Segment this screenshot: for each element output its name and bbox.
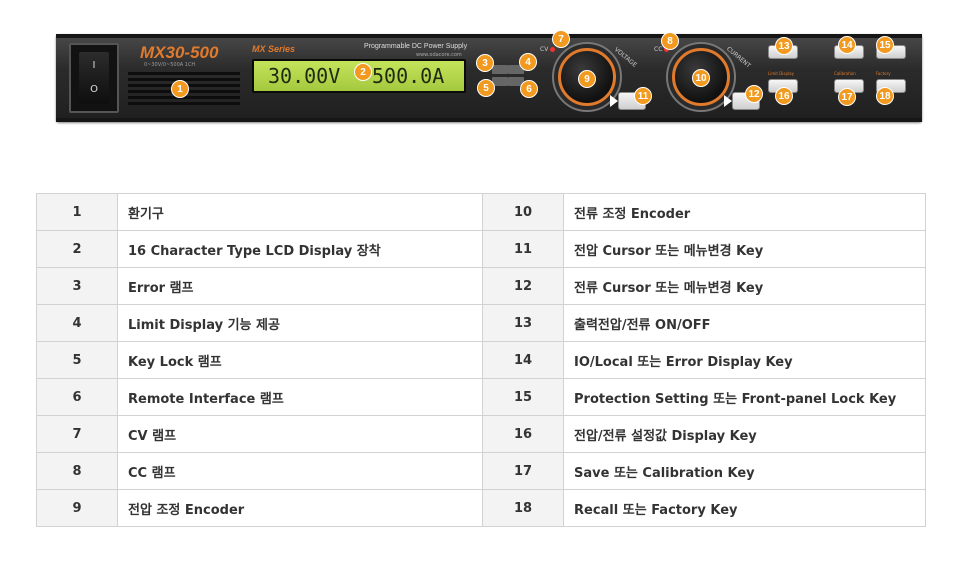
- callout-11: 11: [634, 87, 652, 105]
- lcd-current-readout: 500.0A: [372, 64, 445, 88]
- callout-1: 1: [171, 80, 189, 98]
- lcd-voltage-readout: 30.00V: [268, 64, 341, 88]
- callout-16: 16: [775, 87, 793, 105]
- callout-17: 17: [838, 88, 856, 106]
- callout-7: 7: [552, 30, 570, 48]
- model-logo: MX30-500: [140, 43, 219, 62]
- callout-2: 2: [354, 63, 372, 81]
- legend-number: 9: [36, 489, 118, 527]
- legend-number: 14: [482, 341, 564, 379]
- legend-description: Recall 또는 Factory Key: [563, 489, 926, 527]
- legend-number: 8: [36, 452, 118, 490]
- callout-15: 15: [876, 36, 894, 54]
- legend-description: Key Lock 램프: [117, 341, 483, 379]
- legend-description: 전류 조정 Encoder: [563, 193, 926, 231]
- vent-slot: [128, 72, 240, 75]
- product-name: Programmable DC Power Supply: [364, 43, 468, 50]
- bottom-rail: [56, 118, 922, 122]
- cc-label: CC: [654, 46, 663, 53]
- table-row: 6 Remote Interface 램프 15 Protection Sett…: [36, 378, 926, 416]
- product-url: www.odacore.com: [416, 52, 462, 58]
- legend-number: 10: [482, 193, 564, 231]
- callout-6: 6: [520, 80, 538, 98]
- table-row: 2 16 Character Type LCD Display 장착 11 전압…: [36, 230, 926, 268]
- legend-description: 16 Character Type LCD Display 장착: [117, 230, 483, 268]
- legend-number: 1: [36, 193, 118, 231]
- limit-display-caption: Limit Display: [768, 71, 794, 76]
- calibration-caption: Calibration: [834, 71, 856, 76]
- legend-description: 전압 조정 Encoder: [117, 489, 483, 527]
- legend-number: 7: [36, 415, 118, 453]
- callout-5: 5: [477, 79, 495, 97]
- callout-9: 9: [578, 70, 596, 88]
- callout-12: 12: [745, 85, 763, 103]
- table-row: 9 전압 조정 Encoder 18 Recall 또는 Factory Key: [36, 489, 926, 527]
- legend-number: 13: [482, 304, 564, 342]
- legend-number: 2: [36, 230, 118, 268]
- table-row: 7 CV 램프 16 전압/전류 설정값 Display Key: [36, 415, 926, 453]
- legend-description: CV 램프: [117, 415, 483, 453]
- legend-number: 6: [36, 378, 118, 416]
- legend-number: 18: [482, 489, 564, 527]
- power-switch[interactable]: I O: [69, 43, 119, 113]
- legend-table: 1 환기구 10 전류 조정 Encoder 2 16 Character Ty…: [36, 193, 926, 527]
- error-lamp: [492, 65, 508, 74]
- vent-slot: [128, 102, 240, 105]
- series-label: MX Series: [252, 44, 296, 54]
- callout-18: 18: [876, 87, 894, 105]
- callout-3: 3: [476, 54, 494, 72]
- factory-caption: Factory: [876, 71, 891, 76]
- legend-description: Protection Setting 또는 Front-panel Lock K…: [563, 378, 926, 416]
- legend-number: 15: [482, 378, 564, 416]
- legend-description: 출력전압/전류 ON/OFF: [563, 304, 926, 342]
- legend-number: 12: [482, 267, 564, 305]
- table-row: 1 환기구 10 전류 조정 Encoder: [36, 193, 926, 231]
- legend-number: 11: [482, 230, 564, 268]
- cv-label: CV: [540, 46, 549, 53]
- legend-number: 4: [36, 304, 118, 342]
- table-row: 3 Error 램프 12 전류 Cursor 또는 메뉴변경 Key: [36, 267, 926, 305]
- table-row: 5 Key Lock 램프 14 IO/Local 또는 Error Displ…: [36, 341, 926, 379]
- callout-10: 10: [692, 69, 710, 87]
- model-spec: 0~30V/0~500A 1CH: [144, 62, 196, 68]
- legend-description: Error 램프: [117, 267, 483, 305]
- legend-description: 환기구: [117, 193, 483, 231]
- legend-description: 전류 Cursor 또는 메뉴변경 Key: [563, 267, 926, 305]
- legend-description: IO/Local 또는 Error Display Key: [563, 341, 926, 379]
- legend-number: 5: [36, 341, 118, 379]
- cv-lamp: [550, 47, 555, 52]
- switch-off-mark: O: [90, 84, 98, 95]
- legend-description: CC 램프: [117, 452, 483, 490]
- callout-13: 13: [775, 37, 793, 55]
- legend-description: 전압/전류 설정값 Display Key: [563, 415, 926, 453]
- switch-on-mark: I: [92, 60, 96, 71]
- legend-number: 16: [482, 415, 564, 453]
- legend-number: 17: [482, 452, 564, 490]
- top-rail: [56, 34, 922, 38]
- callout-8: 8: [661, 32, 679, 50]
- callout-4: 4: [519, 53, 537, 71]
- callout-14: 14: [838, 36, 856, 54]
- legend-description: Limit Display 기능 제공: [117, 304, 483, 342]
- legend-description: Remote Interface 램프: [117, 378, 483, 416]
- legend-description: 전압 Cursor 또는 메뉴변경 Key: [563, 230, 926, 268]
- legend-description: Save 또는 Calibration Key: [563, 452, 926, 490]
- power-supply-front-panel: I O MX30-500 0~30V/0~500A 1CH MX Series …: [56, 30, 922, 122]
- legend-number: 3: [36, 267, 118, 305]
- table-row: 8 CC 램프 17 Save 또는 Calibration Key: [36, 452, 926, 490]
- table-row: 4 Limit Display 기능 제공 13 출력전압/전류 ON/OFF: [36, 304, 926, 342]
- power-switch-rocker[interactable]: I O: [79, 52, 109, 104]
